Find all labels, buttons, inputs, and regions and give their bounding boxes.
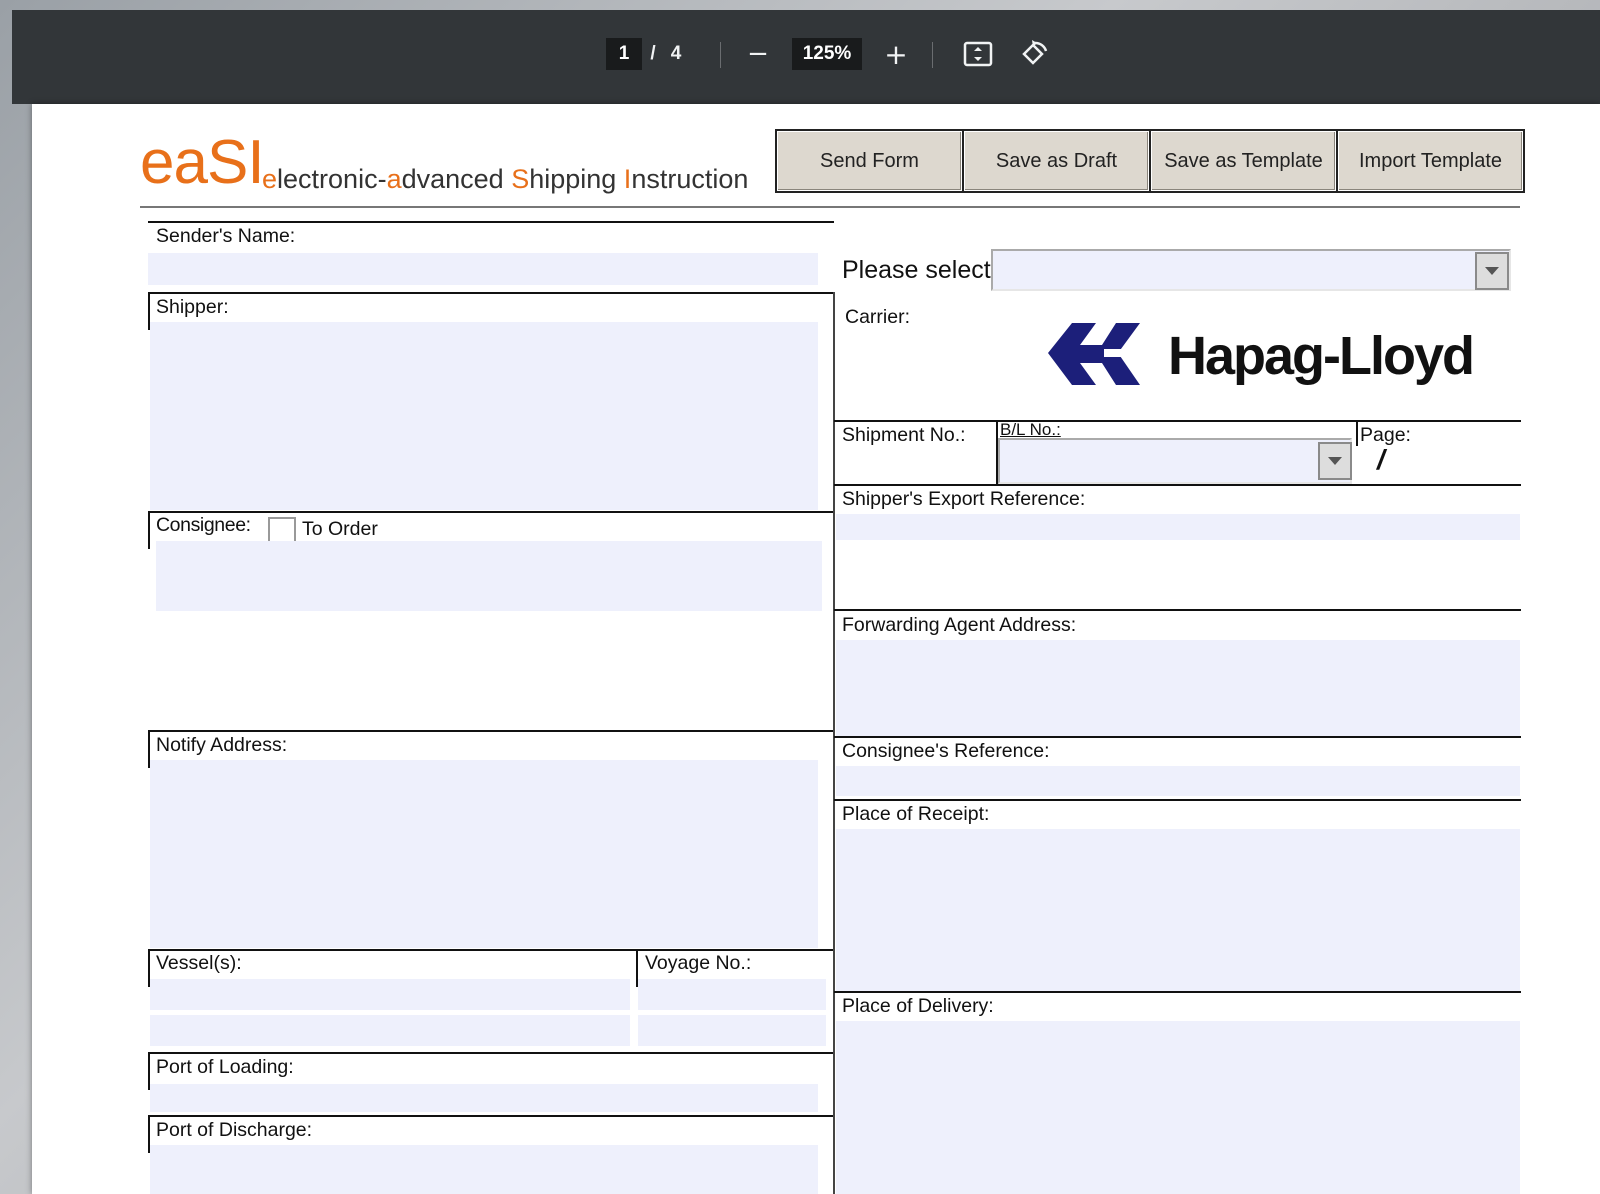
port-of-loading-field[interactable]: [150, 1084, 818, 1112]
port-of-discharge-field[interactable]: [150, 1145, 818, 1194]
consignees-reference-field[interactable]: [836, 766, 1520, 796]
voyage-field-2[interactable]: [638, 1015, 826, 1046]
zoom-in-button[interactable]: +: [878, 38, 914, 71]
shippers-export-reference-label: Shipper's Export Reference:: [842, 488, 1086, 510]
section-rule: [834, 799, 1521, 801]
fit-page-icon: [963, 41, 993, 67]
form-action-buttons: Send Form Save as Draft Save as Template…: [775, 129, 1525, 193]
consignees-reference-label: Consignee's Reference:: [842, 740, 1050, 762]
save-template-button[interactable]: Save as Template: [1151, 131, 1336, 191]
vessel-field-2[interactable]: [150, 1015, 630, 1046]
section-rule: [148, 292, 834, 294]
zoom-level-input[interactable]: 125%: [792, 38, 862, 70]
save-draft-button[interactable]: Save as Draft: [964, 131, 1149, 191]
notify-address-field[interactable]: [150, 760, 818, 948]
senders-name-field[interactable]: [148, 253, 818, 285]
fit-page-button[interactable]: [960, 37, 996, 71]
section-rule: [148, 511, 834, 513]
vessel-field-1[interactable]: [150, 979, 630, 1010]
forwarding-agent-address-field[interactable]: [836, 640, 1520, 736]
section-rule: [148, 1115, 834, 1117]
shipment-no-label: Shipment No.:: [842, 424, 966, 446]
place-of-receipt-label: Place of Receipt:: [842, 803, 990, 825]
section-rule: [834, 484, 1521, 486]
place-of-delivery-field[interactable]: [836, 1021, 1520, 1194]
toolbar-divider: [720, 42, 721, 68]
hapag-lloyd-logo: Hapag-Lloyd: [1044, 319, 1484, 389]
section-rule: [834, 991, 1521, 993]
pdf-page: eaSI electronic-advanced Shipping Instru…: [32, 104, 1600, 1194]
voyage-field-1[interactable]: [638, 979, 826, 1010]
page-label: Page:: [1360, 424, 1411, 446]
bl-no-select[interactable]: [998, 438, 1352, 484]
port-of-discharge-label: Port of Discharge:: [156, 1119, 313, 1141]
section-rule: [834, 736, 1521, 738]
easi-logo: eaSI: [140, 128, 265, 197]
vessels-label: Vessel(s):: [156, 952, 242, 974]
rotate-icon: [1022, 40, 1048, 65]
hapag-lloyd-emblem-icon: [1048, 323, 1140, 385]
zoom-out-button[interactable]: −: [740, 38, 776, 70]
port-of-loading-label: Port of Loading:: [156, 1056, 294, 1078]
section-rule: [148, 511, 150, 549]
carrier-logo-text: Hapag-Lloyd: [1168, 326, 1475, 386]
place-of-delivery-label: Place of Delivery:: [842, 995, 994, 1017]
import-template-button[interactable]: Import Template: [1338, 131, 1523, 191]
page-separator: /: [650, 43, 656, 64]
bl-no-label: B/L No.:: [1000, 420, 1061, 439]
header-rule: [140, 206, 1520, 208]
notify-address-label: Notify Address:: [156, 734, 288, 756]
section-rule: [148, 221, 834, 223]
please-select-label: Please select:: [842, 256, 998, 284]
page-number-input[interactable]: 1: [606, 38, 642, 70]
forwarding-agent-address-label: Forwarding Agent Address:: [842, 614, 1077, 636]
senders-name-label: Sender's Name:: [156, 225, 296, 247]
page-total: 4: [670, 43, 682, 64]
easi-subtitle: electronic-advanced Shipping Instruction: [262, 164, 749, 194]
rotate-button[interactable]: [1016, 37, 1052, 71]
consignee-field[interactable]: [156, 541, 822, 611]
carrier-label: Carrier:: [845, 306, 911, 328]
section-rule: [148, 949, 834, 951]
place-of-receipt-field[interactable]: [836, 829, 1520, 991]
shipper-field[interactable]: [150, 322, 818, 510]
voyage-no-label: Voyage No.:: [645, 952, 752, 974]
bl-no-dropdown-button[interactable]: [1318, 442, 1352, 480]
section-rule: [1356, 420, 1358, 446]
section-rule: [148, 1052, 834, 1054]
column-divider: [833, 292, 835, 1194]
shippers-export-reference-field[interactable]: [836, 514, 1520, 540]
carrier-select-dropdown-button[interactable]: [1475, 252, 1509, 290]
page-value: /: [1377, 444, 1385, 475]
to-order-label: To Order: [302, 518, 378, 540]
pdf-toolbar: 1 / 4 − 125% +: [12, 10, 1600, 104]
section-rule: [834, 420, 1521, 422]
shipper-label: Shipper:: [156, 296, 229, 318]
send-form-button[interactable]: Send Form: [777, 131, 962, 191]
section-rule: [834, 609, 1521, 611]
toolbar-divider: [932, 42, 933, 68]
consignee-label: Consignee:: [156, 514, 251, 536]
section-rule: [148, 730, 834, 732]
carrier-select[interactable]: [991, 249, 1511, 291]
